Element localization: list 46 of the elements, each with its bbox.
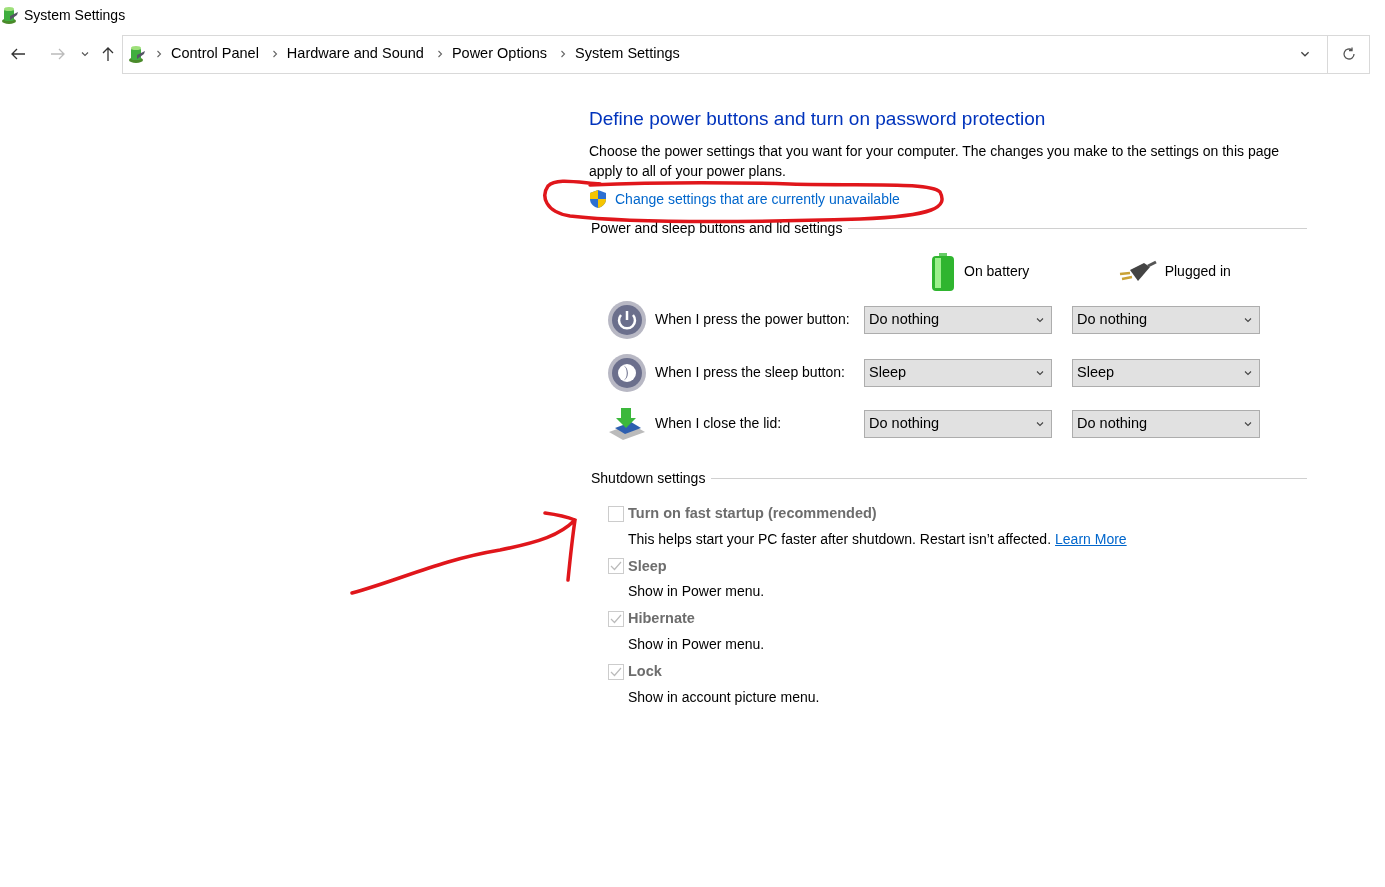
section-title: Power and sleep buttons and lid settings (591, 218, 843, 238)
dropdown[interactable]: Do nothing (864, 409, 1052, 438)
window-title: System Settings (24, 5, 126, 25)
dropdown[interactable]: Sleep (864, 358, 1052, 387)
option-label: Lock (628, 662, 662, 682)
page-heading: Define power buttons and turn on password protection (589, 108, 1047, 131)
dropdown[interactable]: Do nothing (1072, 305, 1260, 334)
laptop-lid-icon (607, 405, 647, 442)
dropdown[interactable]: Do nothing (1072, 409, 1260, 438)
setting-label: When I press the sleep button: (655, 363, 845, 383)
option-description: Show in Power menu. (628, 582, 765, 602)
chevron-icon (559, 49, 567, 59)
option-label: Hibernate (628, 609, 695, 629)
breadcrumb-item[interactable]: Hardware and Sound (286, 43, 424, 65)
section-title: Shutdown settings (591, 468, 706, 488)
dropdown[interactable]: Do nothing (864, 305, 1052, 334)
chevron-icon (435, 49, 444, 59)
chevron-icon (155, 49, 163, 59)
setting-label: When I press the power button: (655, 310, 850, 330)
dropdown[interactable]: Sleep (1072, 358, 1260, 387)
breadcrumb-item[interactable]: Power Options (451, 43, 547, 65)
refresh-icon (1341, 47, 1356, 61)
address-bar[interactable]: Control Panel Hardware and Sound Power Options System Settings (122, 34, 1370, 74)
forward-arrow-icon (50, 47, 66, 61)
breadcrumb-item[interactable]: Control Panel (171, 43, 259, 65)
app-icon (0, 5, 20, 25)
back-arrow-icon (10, 47, 26, 61)
breadcrumb-item[interactable]: System Settings (575, 43, 680, 65)
column-header: On battery (964, 262, 1030, 282)
option-description: Show in Power menu. (628, 635, 765, 655)
power-button-icon (607, 299, 647, 340)
option-description: This helps start your PC faster after shutdown. Restart isn’t affected. (628, 529, 1052, 549)
description-text: Choose the power settings that you want for your computer. The changes you make to the settings on this page apply to all of your power plans. (589, 141, 1281, 181)
chevron-icon (270, 49, 279, 59)
sleep-button-icon (607, 352, 647, 393)
setting-label: When I close the lid: (655, 414, 782, 434)
shield-icon (589, 189, 607, 210)
option-label: Turn on fast startup (recommended) (628, 503, 877, 523)
option-label: Sleep (628, 556, 667, 576)
chevron-down-icon (80, 49, 90, 59)
change-settings-link[interactable]: Change settings that are currently unavailable (615, 188, 900, 210)
battery-icon (930, 251, 956, 292)
up-arrow-icon (102, 46, 114, 62)
option-description: Show in account picture menu. (628, 687, 820, 707)
column-header: Plugged in (1164, 262, 1231, 282)
control-panel-icon (127, 44, 147, 64)
